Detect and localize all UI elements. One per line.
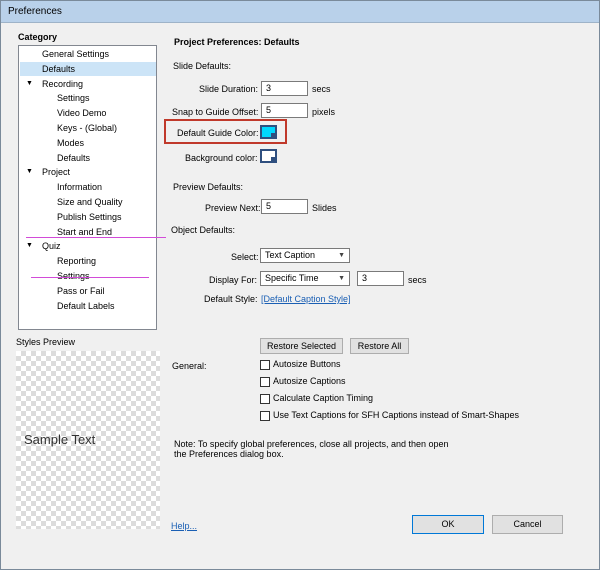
category-item-label: Pass or Fail xyxy=(57,286,105,296)
display-for-time-input[interactable]: 3 xyxy=(357,271,404,286)
chevron-down-icon: ▼ xyxy=(338,275,345,282)
slide-duration-label: Slide Duration: xyxy=(199,84,259,94)
preview-next-label: Preview Next: xyxy=(205,203,261,213)
general-option-label: Autosize Captions xyxy=(273,376,346,386)
category-item[interactable]: Size and Quality xyxy=(20,195,156,209)
snap-offset-label: Snap to Guide Offset: xyxy=(172,107,259,117)
category-item-label: Modes xyxy=(57,138,85,148)
display-for-unit: secs xyxy=(408,275,427,285)
category-item[interactable]: Settings xyxy=(20,269,156,283)
general-option-checkbox[interactable] xyxy=(260,394,270,404)
page-title: Project Preferences: Defaults xyxy=(174,37,300,47)
expand-arrow-icon[interactable]: ▼ xyxy=(26,239,33,253)
select-dropdown[interactable]: Text Caption ▼ xyxy=(260,248,350,263)
select-label: Select: xyxy=(231,252,259,262)
category-item-label: Information xyxy=(57,182,103,192)
render-artifact xyxy=(31,277,149,278)
ok-button[interactable]: OK xyxy=(412,515,484,534)
preview-next-unit: Slides xyxy=(312,203,337,213)
category-item-label: Video Demo xyxy=(57,108,107,118)
category-item[interactable]: ▼ Recording xyxy=(20,77,156,91)
category-item-label: Defaults xyxy=(57,153,91,163)
snap-offset-unit: pixels xyxy=(312,107,336,117)
guide-color-label: Default Guide Color: xyxy=(177,128,259,138)
general-option-checkbox[interactable] xyxy=(260,360,270,370)
category-item[interactable]: Default Labels xyxy=(20,299,156,313)
expand-arrow-icon[interactable]: ▼ xyxy=(26,165,33,179)
category-item[interactable]: Keys - (Global) xyxy=(20,121,156,135)
category-item[interactable]: Information xyxy=(20,180,156,194)
category-item-label: Defaults xyxy=(42,64,76,74)
sample-text: Sample Text xyxy=(24,432,96,447)
category-item-label: Keys - (Global) xyxy=(57,123,118,133)
category-item-label: Recording xyxy=(42,79,84,89)
general-option-label: Calculate Caption Timing xyxy=(273,393,374,403)
note-line-1: Note: To specify global preferences, clo… xyxy=(174,439,449,449)
chevron-down-icon: ▼ xyxy=(338,252,345,259)
category-item-label: Settings xyxy=(57,93,90,103)
help-link[interactable]: Help... xyxy=(171,521,197,531)
guide-color-swatch[interactable] xyxy=(260,125,277,139)
object-defaults-heading: Object Defaults: xyxy=(171,225,236,235)
display-for-value: Specific Time xyxy=(265,273,319,283)
display-for-label: Display For: xyxy=(209,275,258,285)
category-item[interactable]: ▼ Project xyxy=(20,165,156,179)
styles-preview-label: Styles Preview xyxy=(16,337,76,347)
category-item-label: Settings xyxy=(57,271,90,281)
styles-preview-pane: Sample Text xyxy=(16,351,160,529)
default-style-link[interactable]: [Default Caption Style] xyxy=(261,294,351,304)
restore-all-button[interactable]: Restore All xyxy=(350,338,409,354)
title-bar: Preferences xyxy=(1,1,599,23)
cancel-button[interactable]: Cancel xyxy=(492,515,563,534)
preview-next-input[interactable]: 5 xyxy=(261,199,308,214)
general-heading: General: xyxy=(172,361,207,371)
background-color-swatch[interactable] xyxy=(260,149,277,163)
category-item[interactable]: Video Demo xyxy=(20,106,156,120)
category-item-label: Publish Settings xyxy=(57,212,122,222)
category-item-label: Reporting xyxy=(57,256,97,266)
category-item[interactable]: Modes xyxy=(20,136,156,150)
category-item[interactable]: ▼ Quiz xyxy=(20,239,156,253)
slide-duration-unit: secs xyxy=(312,84,331,94)
slide-defaults-heading: Slide Defaults: xyxy=(173,61,232,71)
category-item[interactable]: Defaults xyxy=(20,62,156,76)
display-for-dropdown[interactable]: Specific Time ▼ xyxy=(260,271,350,286)
category-item[interactable]: Settings xyxy=(20,91,156,105)
category-tree[interactable]: General Settings Defaults ▼ Recording Settin… xyxy=(18,45,157,330)
category-item[interactable]: General Settings xyxy=(20,47,156,61)
general-option-checkbox[interactable] xyxy=(260,377,270,387)
slide-duration-input[interactable]: 3 xyxy=(261,81,308,96)
snap-offset-input[interactable]: 5 xyxy=(261,103,308,118)
category-item[interactable]: Publish Settings xyxy=(20,210,156,224)
default-style-label: Default Style: xyxy=(204,294,258,304)
window-title: Preferences xyxy=(8,6,62,17)
note-line-2: the Preferences dialog box. xyxy=(174,449,284,459)
category-heading: Category xyxy=(18,32,58,42)
category-item-label: Quiz xyxy=(42,241,61,251)
category-item-label: Size and Quality xyxy=(57,197,123,207)
category-item[interactable]: Reporting xyxy=(20,254,156,268)
preview-defaults-heading: Preview Defaults: xyxy=(173,182,244,192)
general-option-label: Use Text Captions for SFH Captions inste… xyxy=(273,410,519,420)
restore-selected-button[interactable]: Restore Selected xyxy=(260,338,343,354)
category-item-label: General Settings xyxy=(42,49,110,59)
select-value: Text Caption xyxy=(265,250,316,260)
category-item-label: Default Labels xyxy=(57,301,115,311)
background-color-label: Background color: xyxy=(185,153,258,163)
general-option-label: Autosize Buttons xyxy=(273,359,341,369)
render-artifact xyxy=(26,237,166,238)
category-item-label: Project xyxy=(42,167,71,177)
general-option-checkbox[interactable] xyxy=(260,411,270,421)
category-item[interactable]: Pass or Fail xyxy=(20,284,156,298)
expand-arrow-icon[interactable]: ▼ xyxy=(26,77,33,91)
category-item[interactable]: Defaults xyxy=(20,151,156,165)
preferences-dialog: Preferences Category General Settings Def… xyxy=(0,0,600,570)
